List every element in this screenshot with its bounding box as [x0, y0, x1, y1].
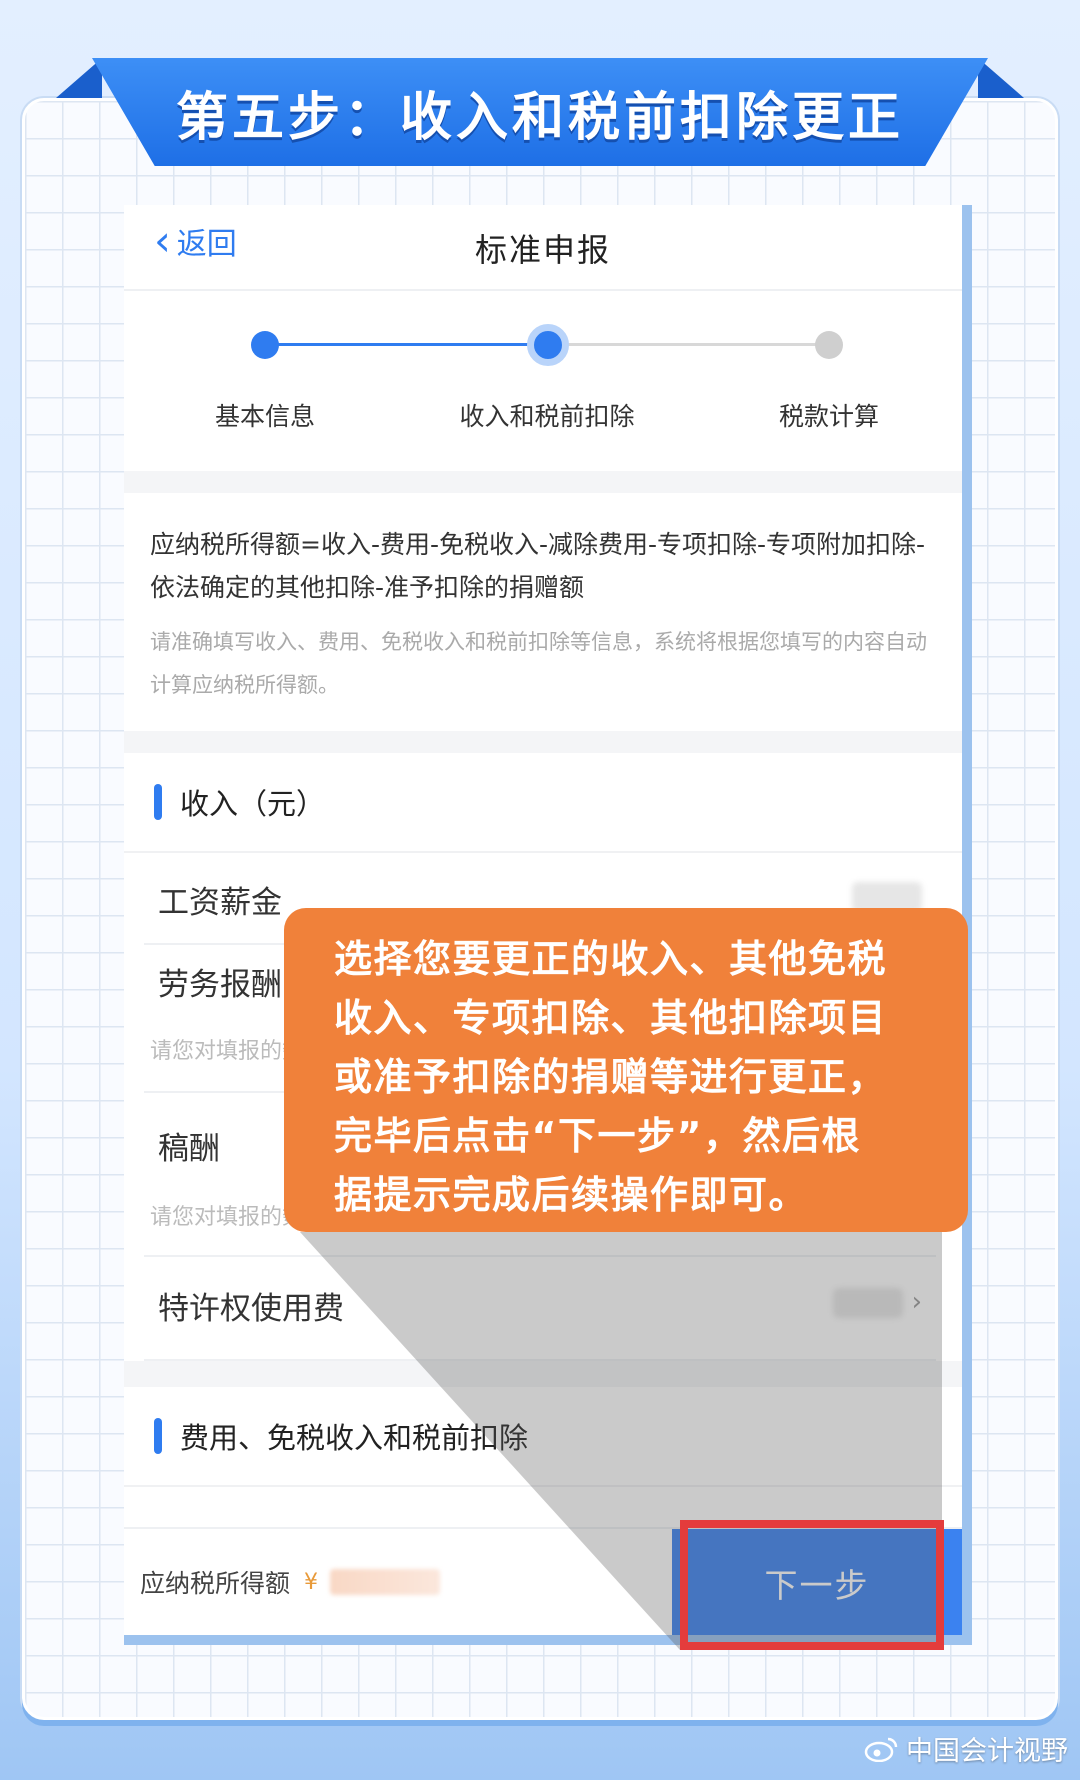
- step-progress: 基本信息 收入和税前扣除 税款计算: [124, 291, 962, 471]
- section-accent-bar: [154, 784, 162, 820]
- taxable-income-label: 应纳税所得额: [140, 1569, 291, 1598]
- callout-line: 选择您要更正的收入、其他免税: [334, 937, 888, 981]
- income-section-header: 收入（元）: [124, 753, 962, 853]
- chevron-right-icon: ›: [911, 1287, 922, 1317]
- step-label-income: 收入和税前扣除: [459, 402, 635, 431]
- section-gap: [124, 1361, 962, 1387]
- banner-title: 第五步：收入和税前扣除更正: [175, 87, 904, 148]
- banner-ear-right: [978, 58, 1024, 98]
- weibo-icon: [864, 1737, 898, 1762]
- income-row-franchise[interactable]: 特许权使用费 ›: [144, 1257, 936, 1361]
- taxable-income-blurred: [330, 1569, 441, 1595]
- next-button-highlight-box: [680, 1520, 944, 1650]
- section-gap: [124, 731, 962, 753]
- row-label: 工资薪金: [158, 885, 282, 921]
- income-section-title: 收入（元）: [180, 787, 326, 821]
- row-label: 特许权使用费: [158, 1291, 344, 1327]
- formula-text: 应纳税所得额=收入-费用-免税收入-减除费用-专项扣除-专项附加扣除-依法确定的…: [150, 530, 926, 602]
- step-connector-done: [264, 343, 546, 346]
- section-gap: [124, 471, 962, 493]
- watermark: 中国会计视野: [864, 1729, 1068, 1768]
- callout-line: 或准予扣除的捐赠等进行更正，: [334, 1055, 888, 1099]
- step-label-tax-calc: 税款计算: [778, 402, 879, 431]
- row-value-blurred: [852, 881, 922, 912]
- deduction-section-header[interactable]: 费用、免税收入和税前扣除: [124, 1387, 962, 1487]
- formula-note: 请准确填写收入、费用、免税收入和税前扣除等信息，系统将根据您填写的内容自动计算应…: [150, 630, 927, 697]
- callout-line: 完毕后点击“下一步”，然后根: [334, 1114, 861, 1158]
- row-value-blurred: ›: [833, 1287, 922, 1318]
- instruction-callout: 选择您要更正的收入、其他免税 收入、专项扣除、其他扣除项目 或准予扣除的捐赠等进…: [284, 908, 968, 1232]
- step-label-basic-info: 基本信息: [214, 402, 315, 431]
- nav-bar: ‹ 返回 标准申报: [124, 205, 962, 291]
- currency-symbol: ¥: [304, 1569, 319, 1595]
- title-banner: 第五步：收入和税前扣除更正: [92, 58, 988, 166]
- step-dot-income: [527, 324, 569, 366]
- step-dot-tax-calc: [815, 331, 843, 359]
- page-title: 标准申报: [474, 231, 611, 269]
- row-label: 稿酬: [158, 1131, 220, 1167]
- callout-line: 据提示完成后续操作即可。: [334, 1173, 809, 1217]
- section-accent-bar: [154, 1418, 162, 1454]
- step-dot-basic-info: [251, 331, 279, 359]
- row-label: 劳务报酬: [158, 967, 282, 1003]
- formula-block: 应纳税所得额=收入-费用-免税收入-减除费用-专项扣除-专项附加扣除-依法确定的…: [124, 493, 962, 731]
- watermark-text: 中国会计视野: [906, 1736, 1068, 1767]
- deduction-section-title: 费用、免税收入和税前扣除: [180, 1421, 529, 1455]
- callout-line: 收入、专项扣除、其他扣除项目: [334, 996, 888, 1040]
- banner-ear-left: [56, 58, 102, 98]
- step-connector-pending: [546, 343, 828, 346]
